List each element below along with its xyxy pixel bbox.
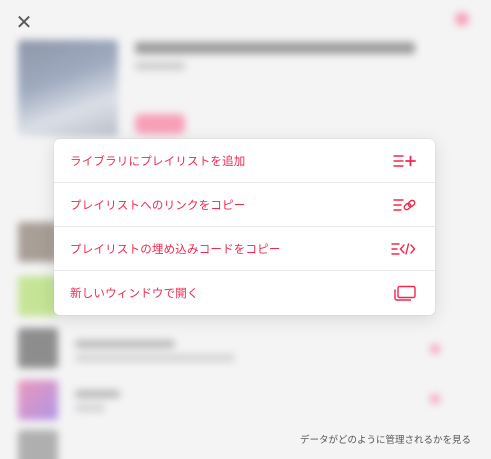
track-thumb (18, 328, 58, 368)
close-button[interactable]: ✕ (14, 12, 34, 32)
track-thumb (18, 276, 58, 316)
copy-link-icon (391, 196, 417, 214)
embed-code-icon (391, 240, 417, 258)
playlist-subtitle-placeholder (135, 62, 185, 70)
track-artist-placeholder (75, 404, 105, 412)
track-thumb (18, 380, 58, 420)
menu-item-label: ライブラリにプレイリストを追加 (70, 153, 246, 168)
context-menu: ライブラリにプレイリストを追加 プレイリストへのリンクをコピー プレイリストの埋… (54, 139, 435, 315)
close-icon: ✕ (15, 10, 33, 34)
track-accent (430, 344, 440, 354)
track-accent (430, 394, 440, 404)
playlist-title-placeholder (135, 42, 415, 54)
accent-dot (455, 12, 469, 26)
play-button-placeholder (135, 114, 185, 134)
track-thumb (18, 222, 58, 262)
app-frame: ✕ ライブラリにプレイリストを追加 プレイリストへのリンクをコピー プレイリスト… (0, 0, 491, 459)
menu-item-label: プレイリストの埋め込みコードをコピー (70, 241, 281, 256)
track-artist-placeholder (75, 354, 235, 362)
privacy-link[interactable]: データがどのように管理されるかを見る (300, 432, 471, 446)
track-title-placeholder (75, 340, 175, 348)
track-title-placeholder (75, 390, 120, 398)
menu-item-copy-embed-code[interactable]: プレイリストの埋め込みコードをコピー (54, 227, 435, 271)
new-window-icon (391, 284, 417, 302)
menu-item-label: プレイリストへのリンクをコピー (70, 197, 246, 212)
menu-item-copy-link[interactable]: プレイリストへのリンクをコピー (54, 183, 435, 227)
menu-item-open-new-window[interactable]: 新しいウィンドウで開く (54, 271, 435, 315)
track-thumb (18, 430, 58, 459)
add-to-list-icon (391, 152, 417, 170)
playlist-artwork (18, 40, 118, 136)
menu-item-label: 新しいウィンドウで開く (70, 286, 199, 300)
menu-item-add-to-library[interactable]: ライブラリにプレイリストを追加 (54, 139, 435, 183)
